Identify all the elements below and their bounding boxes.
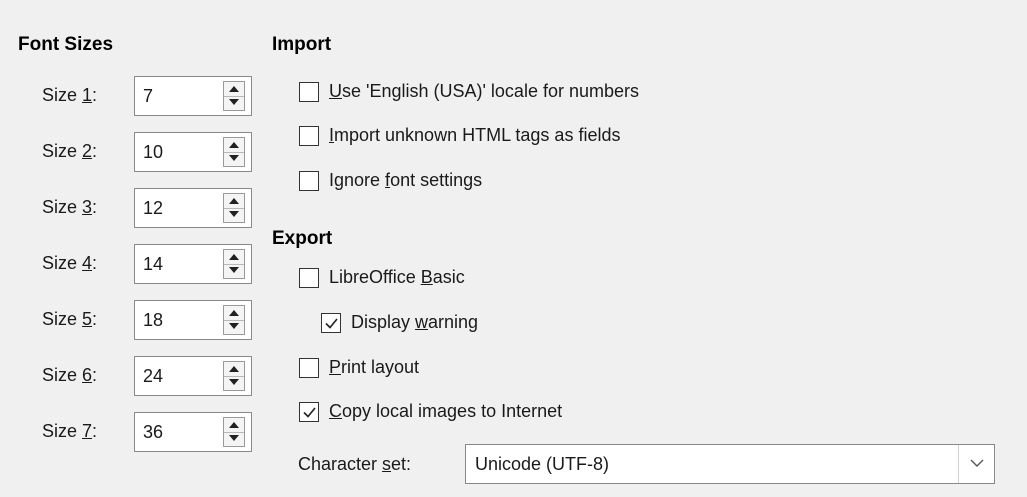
display-warning-label[interactable]: Display warning [351, 312, 478, 333]
copy-local-images-label[interactable]: Copy local images to Internet [329, 401, 562, 422]
size-4-decrement-button[interactable] [224, 264, 244, 278]
size-5-spinbox[interactable]: 18 [134, 300, 252, 340]
size-7-value[interactable]: 36 [143, 422, 163, 443]
arrow-down-icon [229, 323, 239, 329]
size-5-spin-buttons[interactable] [223, 305, 245, 335]
use-english-locale-checkbox[interactable] [299, 82, 319, 102]
size-3-label: Size 3: [42, 197, 98, 217]
arrow-down-icon [229, 267, 239, 273]
arrow-up-icon [229, 310, 239, 316]
size-7-decrement-button[interactable] [224, 432, 244, 446]
size-3-increment-button[interactable] [224, 194, 244, 209]
character-set-label: Character set: [298, 454, 412, 474]
size-4-label: Size 4: [42, 253, 98, 273]
size-6-label: Size 6: [42, 365, 98, 385]
size-2-label: Size 2: [42, 141, 98, 161]
character-set-dropdown-button[interactable] [958, 445, 994, 483]
size-5-decrement-button[interactable] [224, 320, 244, 334]
size-3-value[interactable]: 12 [143, 198, 163, 219]
export-heading: Export [272, 228, 333, 249]
arrow-up-icon [229, 366, 239, 372]
size-7-label: Size 7: [42, 421, 98, 441]
arrow-down-icon [229, 379, 239, 385]
arrow-down-icon [229, 155, 239, 161]
size-1-value[interactable]: 7 [143, 86, 153, 107]
import-heading: Import [272, 34, 332, 55]
size-2-value[interactable]: 10 [143, 142, 163, 163]
arrow-down-icon [229, 99, 239, 105]
html-compatibility-options-panel: Font Sizes Size 1: 7 Size 2: 10 Size 3: … [0, 0, 1027, 497]
font-sizes-heading: Font Sizes [18, 34, 114, 55]
checkmark-icon [325, 318, 338, 329]
size-4-value[interactable]: 14 [143, 254, 163, 275]
size-6-spin-buttons[interactable] [223, 361, 245, 391]
size-5-value[interactable]: 18 [143, 310, 163, 331]
checkmark-icon [303, 407, 316, 418]
arrow-down-icon [229, 435, 239, 441]
arrow-up-icon [229, 86, 239, 92]
size-5-label: Size 5: [42, 309, 98, 329]
display-warning-checkbox[interactable] [321, 313, 341, 333]
import-unknown-tags-checkbox[interactable] [299, 126, 319, 146]
size-2-decrement-button[interactable] [224, 152, 244, 166]
ignore-font-settings-label[interactable]: Ignore font settings [329, 170, 482, 191]
size-1-spinbox[interactable]: 7 [134, 76, 252, 116]
copy-local-images-checkbox[interactable] [299, 402, 319, 422]
size-1-increment-button[interactable] [224, 82, 244, 97]
print-layout-checkbox[interactable] [299, 358, 319, 378]
size-6-value[interactable]: 24 [143, 366, 163, 387]
size-1-spin-buttons[interactable] [223, 81, 245, 111]
size-4-spin-buttons[interactable] [223, 249, 245, 279]
size-7-spinbox[interactable]: 36 [134, 412, 252, 452]
character-set-dropdown[interactable]: Unicode (UTF-8) [465, 444, 995, 484]
print-layout-label[interactable]: Print layout [329, 357, 419, 378]
size-6-spinbox[interactable]: 24 [134, 356, 252, 396]
size-6-increment-button[interactable] [224, 362, 244, 377]
arrow-up-icon [229, 422, 239, 428]
size-4-increment-button[interactable] [224, 250, 244, 265]
size-4-spinbox[interactable]: 14 [134, 244, 252, 284]
size-1-label: Size 1: [42, 85, 98, 105]
size-3-spinbox[interactable]: 12 [134, 188, 252, 228]
size-1-decrement-button[interactable] [224, 96, 244, 110]
character-set-value[interactable]: Unicode (UTF-8) [475, 454, 609, 475]
arrow-up-icon [229, 142, 239, 148]
chevron-down-icon [970, 459, 984, 467]
size-7-spin-buttons[interactable] [223, 417, 245, 447]
arrow-up-icon [229, 254, 239, 260]
size-5-increment-button[interactable] [224, 306, 244, 321]
libreoffice-basic-label[interactable]: LibreOffice Basic [329, 267, 465, 288]
ignore-font-settings-checkbox[interactable] [299, 171, 319, 191]
size-3-spin-buttons[interactable] [223, 193, 245, 223]
arrow-up-icon [229, 198, 239, 204]
use-english-locale-label[interactable]: Use 'English (USA)' locale for numbers [329, 81, 639, 102]
libreoffice-basic-checkbox[interactable] [299, 268, 319, 288]
import-unknown-tags-label[interactable]: Import unknown HTML tags as fields [329, 125, 620, 146]
size-7-increment-button[interactable] [224, 418, 244, 433]
size-6-decrement-button[interactable] [224, 376, 244, 390]
size-3-decrement-button[interactable] [224, 208, 244, 222]
size-2-increment-button[interactable] [224, 138, 244, 153]
arrow-down-icon [229, 211, 239, 217]
size-2-spin-buttons[interactable] [223, 137, 245, 167]
size-2-spinbox[interactable]: 10 [134, 132, 252, 172]
